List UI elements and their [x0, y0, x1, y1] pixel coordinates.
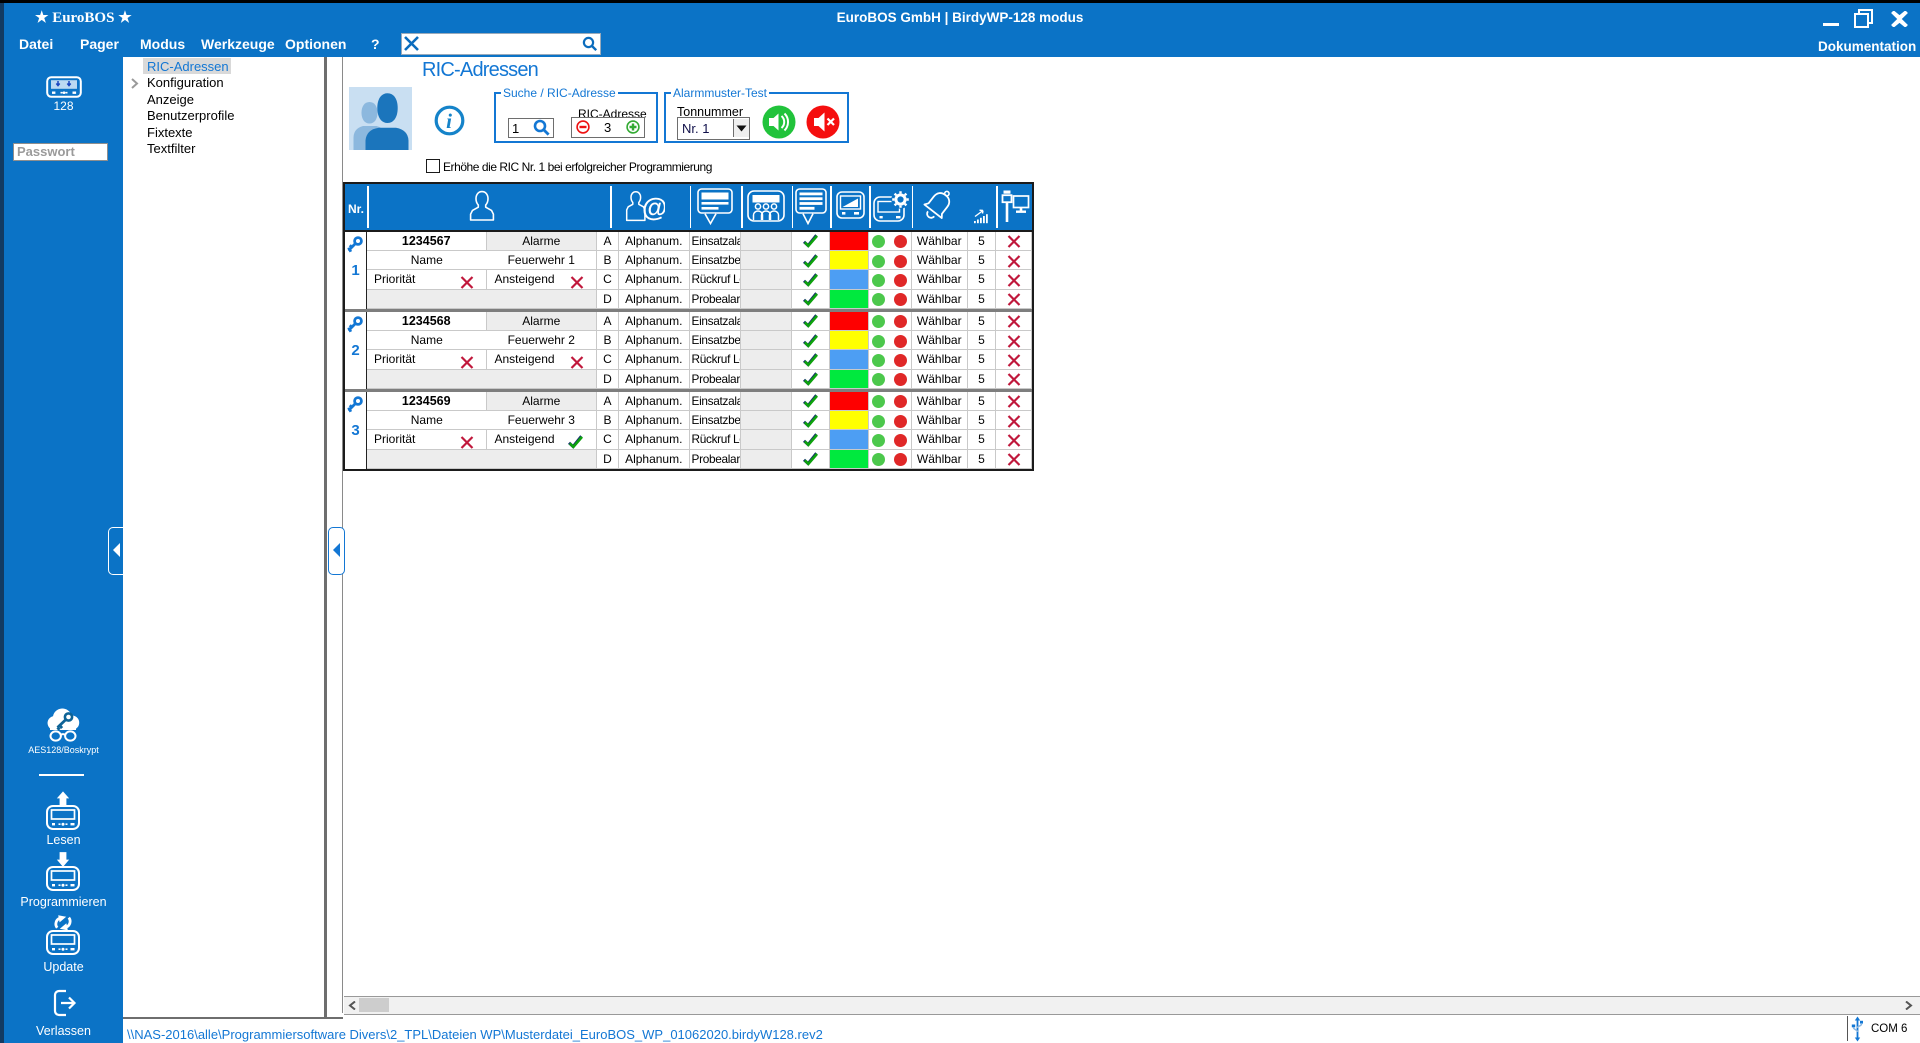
svg-text:i: i [446, 109, 452, 133]
svg-text:@: @ [642, 192, 665, 222]
